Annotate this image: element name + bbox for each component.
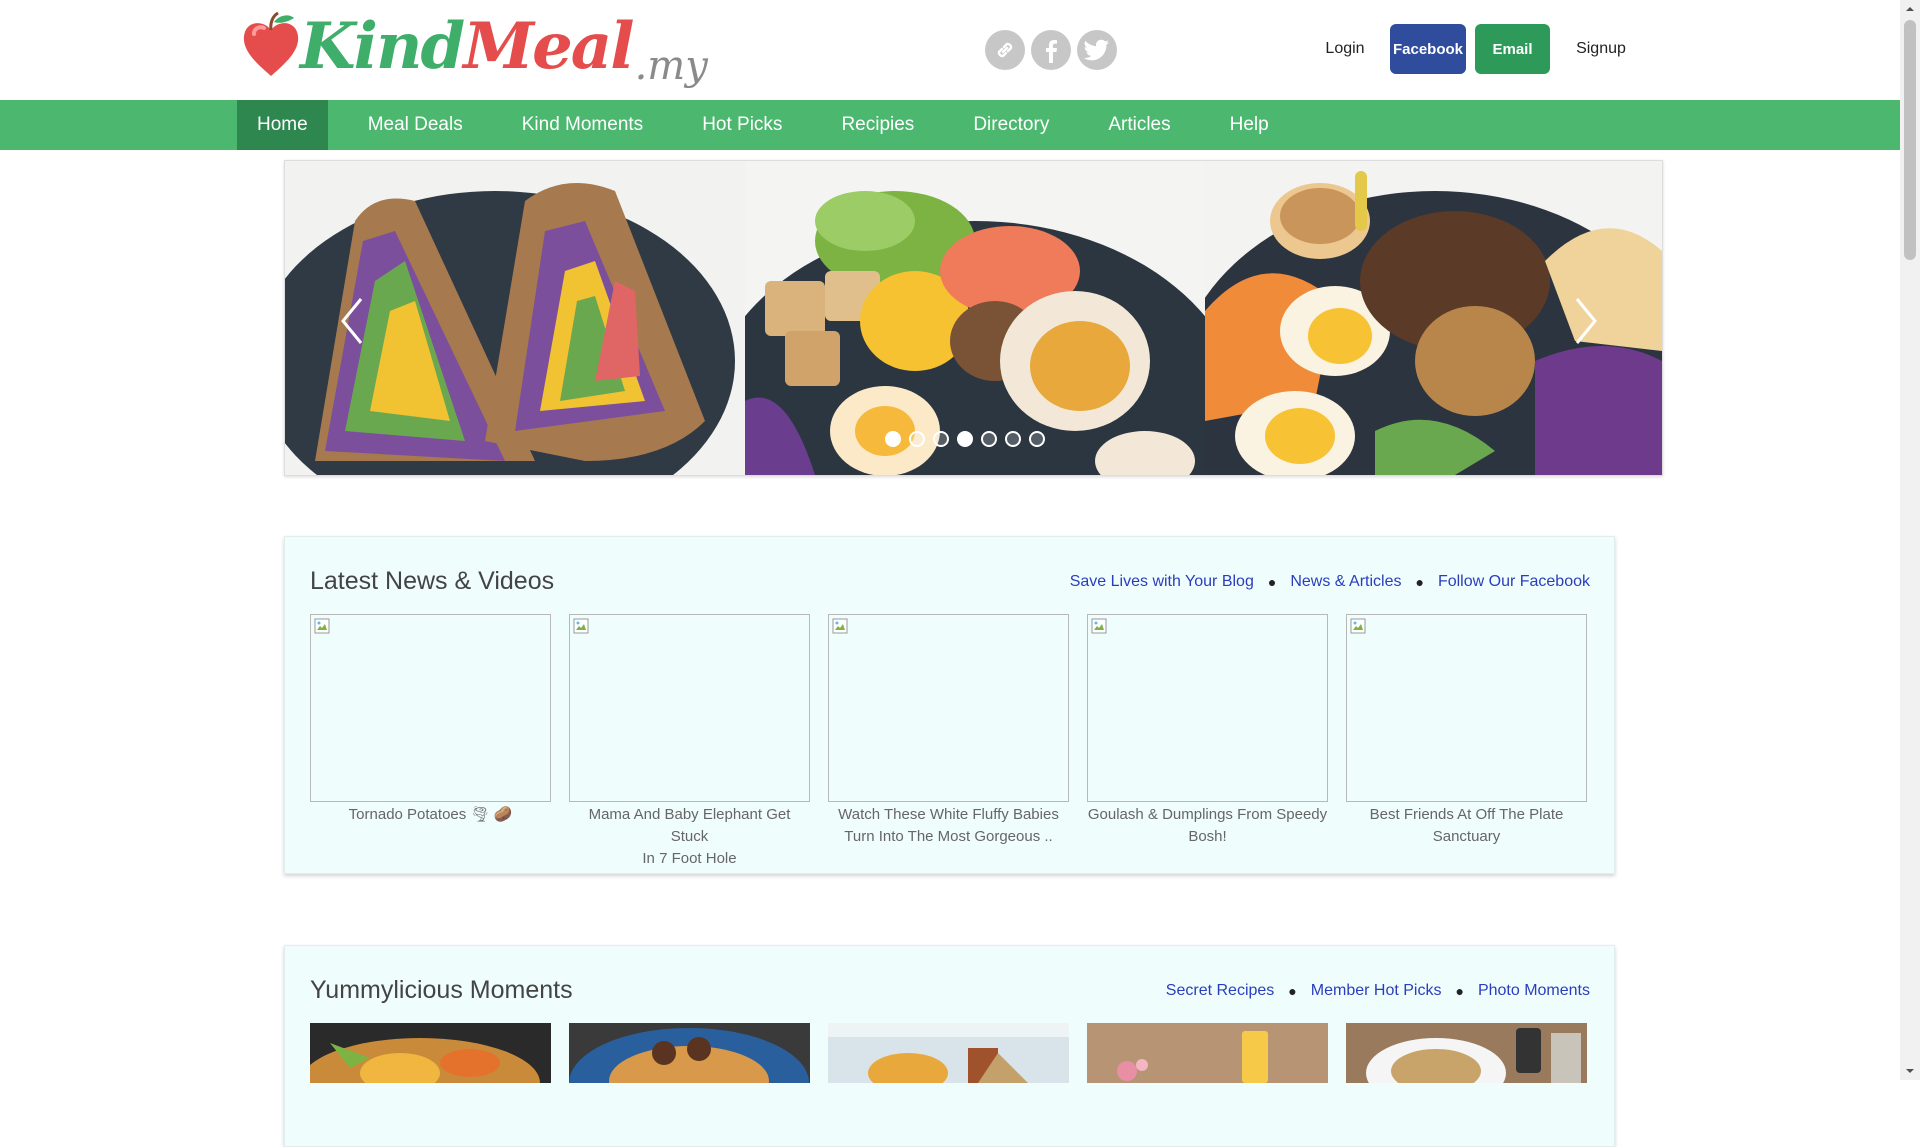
site-logo[interactable]: Kind Meal .my — [240, 10, 708, 100]
nav-item-recipies[interactable]: Recipies — [821, 100, 934, 150]
scroll-down-arrow-icon[interactable] — [1900, 1062, 1920, 1080]
separator-dot: ● — [1288, 983, 1297, 999]
scrollbar-thumb[interactable] — [1904, 20, 1916, 260]
section-links: Secret Recipes ● Member Hot Picks ● Phot… — [1166, 982, 1590, 1000]
nav-item-hot-picks[interactable]: Hot Picks — [682, 100, 802, 150]
news-thumbnail[interactable] — [310, 614, 551, 802]
follow-facebook-link[interactable]: Follow Our Facebook — [1438, 573, 1590, 591]
news-thumbnail[interactable] — [1087, 614, 1328, 802]
news-card-list: Tornado Potatoes 🌪 🥔 Mama And Baby Eleph… — [310, 614, 1587, 870]
news-thumbnail[interactable] — [569, 614, 810, 802]
nav-item-home[interactable]: Home — [237, 100, 328, 150]
broken-image-icon — [314, 618, 330, 634]
facebook-login-button[interactable]: Facebook — [1390, 24, 1466, 74]
separator-dot: ● — [1267, 574, 1277, 590]
caption-line: In 7 Foot Hole — [642, 850, 737, 867]
member-hot-picks-link[interactable]: Member Hot Picks — [1311, 982, 1442, 1000]
auth-links: Login Facebook Email Signup — [1310, 24, 1641, 74]
carousel-prev-arrow-icon[interactable] — [333, 291, 373, 351]
hero-carousel[interactable] — [284, 160, 1663, 476]
news-card[interactable]: Watch These White Fluffy Babies Turn Int… — [828, 614, 1069, 870]
broken-image-icon — [1091, 618, 1107, 634]
apple-heart-logo-icon — [243, 12, 299, 76]
caption-line: Mama And Baby Elephant Get Stuck — [588, 806, 791, 845]
yummylicious-moments-section: Yummylicious Moments Secret Recipes ● Me… — [284, 945, 1615, 1147]
carousel-dot[interactable] — [1029, 431, 1045, 447]
broken-image-icon — [832, 618, 848, 634]
site-header: Kind Meal .my Login Facebook Email Signu… — [0, 0, 1900, 100]
broken-image-icon — [1350, 618, 1366, 634]
noodle-dish-photo[interactable] — [310, 1023, 551, 1083]
main-nav: Home Meal Deals Kind Moments Hot Picks R… — [0, 100, 1900, 150]
news-caption[interactable]: Watch These White Fluffy Babies Turn Int… — [828, 804, 1069, 848]
news-caption[interactable]: Goulash & Dumplings From Speedy Bosh! — [1087, 804, 1328, 848]
nav-item-help[interactable]: Help — [1210, 100, 1289, 150]
carousel-dot[interactable] — [981, 431, 997, 447]
news-thumbnail[interactable] — [1346, 614, 1587, 802]
save-lives-blog-link[interactable]: Save Lives with Your Blog — [1070, 573, 1254, 591]
section-links: Save Lives with Your Blog ● News & Artic… — [1070, 573, 1590, 591]
photo-moments-link[interactable]: Photo Moments — [1478, 982, 1590, 1000]
moment-photo-list — [310, 1023, 1587, 1083]
broken-image-icon — [573, 618, 589, 634]
email-login-button[interactable]: Email — [1475, 24, 1550, 74]
signup-link[interactable]: Signup — [1561, 40, 1641, 58]
separator-dot: ● — [1415, 574, 1424, 590]
carousel-indicators — [885, 431, 1045, 447]
login-link[interactable]: Login — [1310, 40, 1380, 58]
news-card[interactable]: Best Friends At Off The Plate Sanctuary — [1346, 614, 1587, 870]
carousel-dot[interactable] — [933, 431, 949, 447]
page-scrollbar[interactable] — [1900, 0, 1920, 1080]
section-title: Yummylicious Moments — [310, 976, 573, 1004]
caption-line: Sanctuary — [1432, 828, 1501, 845]
facebook-icon[interactable] — [1031, 30, 1071, 70]
secret-recipes-link[interactable]: Secret Recipes — [1166, 982, 1275, 1000]
caption-line: Best Friends At Off The Plate — [1369, 806, 1564, 823]
carousel-dot[interactable] — [909, 431, 925, 447]
carousel-next-arrow-icon[interactable] — [1565, 291, 1605, 351]
news-card[interactable]: Goulash & Dumplings From Speedy Bosh! — [1087, 614, 1328, 870]
rice-plate-table-photo[interactable] — [1346, 1023, 1587, 1083]
latest-news-section: Latest News & Videos Save Lives with You… — [284, 536, 1615, 874]
caption-line: Bosh! — [1188, 828, 1227, 845]
caption-line: Watch These White Fluffy Babies — [838, 806, 1059, 823]
logo-text-suffix: .my — [634, 43, 708, 89]
news-card[interactable]: Mama And Baby Elephant Get Stuck In 7 Fo… — [569, 614, 810, 870]
news-caption[interactable]: Best Friends At Off The Plate Sanctuary — [1346, 804, 1587, 848]
caption-line: Tornado Potatoes 🌪 🥔 — [348, 806, 513, 823]
news-thumbnail[interactable] — [828, 614, 1069, 802]
logo-text-kind: Kind — [300, 9, 465, 84]
nav-item-articles[interactable]: Articles — [1088, 100, 1190, 150]
link-icon[interactable] — [985, 30, 1025, 70]
cafe-drink-photo[interactable] — [828, 1023, 1069, 1083]
carousel-dot[interactable] — [957, 431, 973, 447]
nav-item-meal-deals[interactable]: Meal Deals — [348, 100, 483, 150]
spaghetti-meatballs-photo[interactable] — [569, 1023, 810, 1083]
carousel-dot[interactable] — [885, 431, 901, 447]
news-caption[interactable]: Mama And Baby Elephant Get Stuck In 7 Fo… — [569, 804, 810, 870]
nav-item-directory[interactable]: Directory — [953, 100, 1069, 150]
news-articles-link[interactable]: News & Articles — [1290, 573, 1401, 591]
twitter-icon[interactable] — [1077, 30, 1117, 70]
news-card[interactable]: Tornado Potatoes 🌪 🥔 — [310, 614, 551, 870]
news-caption[interactable]: Tornado Potatoes 🌪 🥔 — [310, 804, 551, 826]
caption-line: Turn Into The Most Gorgeous .. — [844, 828, 1053, 845]
section-title: Latest News & Videos — [310, 567, 555, 595]
nav-item-kind-moments[interactable]: Kind Moments — [502, 100, 663, 150]
separator-dot: ● — [1455, 983, 1464, 999]
logo-text-meal: Meal — [463, 9, 634, 84]
orange-juice-table-photo[interactable] — [1087, 1023, 1328, 1083]
social-links — [985, 30, 1117, 70]
salad-bowl-photo — [745, 161, 1205, 475]
caption-line: Goulash & Dumplings From Speedy — [1087, 806, 1328, 823]
carousel-dot[interactable] — [1005, 431, 1021, 447]
scroll-up-arrow-icon[interactable] — [1900, 0, 1920, 18]
